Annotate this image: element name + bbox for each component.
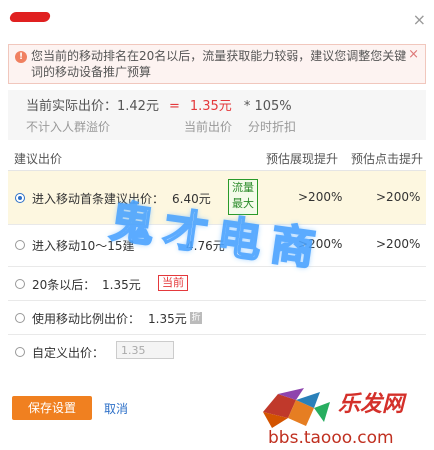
dialog-title-redacted bbox=[8, 12, 52, 22]
warning-text: 您当前的移动排名在20名以后，流量获取能力较弱，建议您调整您关键词的移动设备推广… bbox=[31, 49, 407, 79]
radio-mobile-ratio[interactable] bbox=[15, 313, 25, 323]
time-discount-multiplier: * 105% bbox=[243, 99, 292, 114]
click-lift-value: >200% bbox=[376, 237, 421, 251]
radio-rank-10-15[interactable] bbox=[15, 240, 25, 250]
warning-icon: ! bbox=[15, 51, 27, 63]
save-settings-button[interactable]: 保存设置 bbox=[12, 396, 92, 420]
logo-url-text: bbs.taooo.com bbox=[268, 428, 394, 448]
current-actual-bid: 当前实际出价：1.42元 bbox=[26, 99, 159, 114]
warning-banner: ! 您当前的移动排名在20名以后，流量获取能力较弱，建议您调整您关键词的移动设备… bbox=[8, 44, 426, 84]
bid-summary: 当前实际出价：1.42元 = 1.35元 * 105% 不计入人群溢价 当前出价 分时… bbox=[8, 90, 426, 140]
option-label: 自定义出价： bbox=[32, 346, 105, 360]
bull-logo-icon bbox=[263, 388, 330, 428]
option-row-after-20[interactable]: 20条以后： 1.35元 当前 bbox=[8, 267, 426, 301]
radio-after-20[interactable] bbox=[15, 279, 25, 289]
equals-sign: = bbox=[168, 99, 180, 114]
col-suggested-bid: 建议出价 bbox=[14, 152, 63, 166]
summary-label-excl-crowd: 不计入人群溢价 bbox=[26, 120, 111, 134]
col-impression-lift: 预估展现提升 bbox=[266, 152, 339, 166]
warning-close-icon[interactable]: × bbox=[408, 47, 419, 62]
discount-icon: 折 bbox=[190, 312, 202, 324]
radio-custom-bid[interactable] bbox=[15, 347, 25, 357]
option-row-custom-bid[interactable]: 自定义出价： 1.35 bbox=[8, 335, 426, 369]
impression-lift-value: >200% bbox=[298, 190, 343, 204]
custom-bid-input[interactable]: 1.35 bbox=[116, 341, 174, 359]
logo-brand-text: 乐发网 bbox=[338, 392, 405, 417]
option-row-mobile-ratio[interactable]: 使用移动比例出价： 1.35元 折 bbox=[8, 301, 426, 335]
option-price: 1.35元 bbox=[148, 312, 187, 326]
summary-label-time-discount: 分时折扣 bbox=[248, 120, 297, 134]
radio-top-position[interactable] bbox=[15, 193, 25, 203]
col-click-lift: 预估点击提升 bbox=[351, 152, 424, 166]
table-header: 建议出价 预估展现提升 预估点击提升 bbox=[8, 146, 426, 171]
dialog-close-icon[interactable]: × bbox=[413, 10, 426, 29]
watermark-logo: 乐发网 bbs.taooo.com bbox=[258, 382, 428, 448]
summary-formula: 当前实际出价：1.42元 = 1.35元 * 105% bbox=[26, 95, 292, 114]
summary-label-current-bid: 当前出价 bbox=[184, 120, 233, 134]
option-label: 20条以后： bbox=[32, 278, 96, 292]
current-bid-value: 1.35元 bbox=[189, 99, 232, 114]
option-price: 1.35元 bbox=[102, 278, 141, 292]
cancel-link[interactable]: 取消 bbox=[104, 400, 128, 417]
badge-current: 当前 bbox=[158, 275, 188, 291]
option-label: 使用移动比例出价： bbox=[32, 312, 141, 326]
click-lift-value: >200% bbox=[376, 190, 421, 204]
